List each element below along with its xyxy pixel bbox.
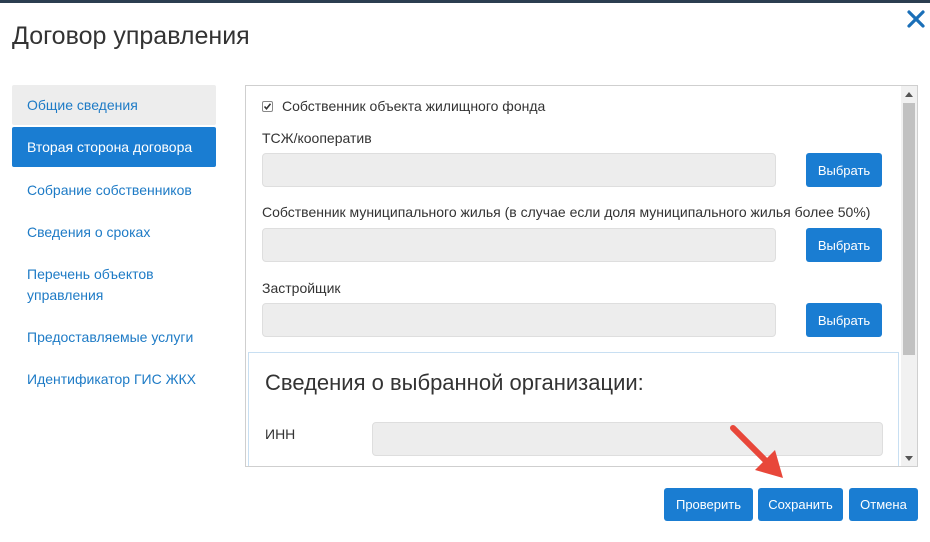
scroll-up-arrow-icon[interactable] <box>901 86 917 102</box>
sidebar-nav: Общие сведения Вторая сторона договора С… <box>12 85 216 390</box>
developer-label: Застройщик <box>262 280 341 296</box>
sidebar-item-gis-id[interactable]: Идентификатор ГИС ЖКХ <box>12 369 216 390</box>
check-button[interactable]: Проверить <box>664 488 753 521</box>
annotation-arrow-icon <box>730 425 783 478</box>
dialog-title: Договор управления <box>12 22 250 50</box>
hoa-choose-button[interactable]: Выбрать <box>806 153 882 187</box>
scroll-down-arrow-icon[interactable] <box>901 450 917 466</box>
second-party-panel: Собственник объекта жилищного фонда ТСЖ/… <box>245 85 918 467</box>
panel-scrollbar[interactable] <box>901 86 917 466</box>
sidebar-item-general[interactable]: Общие сведения <box>12 85 216 125</box>
developer-field[interactable] <box>262 303 776 337</box>
org-info-title: Сведения о выбранной организации: <box>265 370 644 395</box>
sidebar-item-terms[interactable]: Сведения о сроках <box>12 222 216 243</box>
developer-choose-button[interactable]: Выбрать <box>806 303 882 337</box>
owner-checkbox-row[interactable]: Собственник объекта жилищного фонда <box>262 98 545 114</box>
save-button[interactable]: Сохранить <box>758 488 843 521</box>
municipal-owner-choose-button[interactable]: Выбрать <box>806 228 882 262</box>
checkmark-icon <box>263 102 272 110</box>
owner-checkbox-label: Собственник объекта жилищного фонда <box>282 98 546 114</box>
sidebar-item-second-party[interactable]: Вторая сторона договора <box>12 127 216 167</box>
top-strip <box>0 0 930 3</box>
sidebar-item-managed-objects[interactable]: Перечень объектов управления <box>12 264 187 306</box>
hoa-label: ТСЖ/кооператив <box>262 130 372 146</box>
cancel-button[interactable]: Отмена <box>849 488 918 521</box>
hoa-field[interactable] <box>262 153 776 187</box>
municipal-owner-field[interactable] <box>262 228 776 262</box>
inn-field[interactable] <box>372 422 883 456</box>
sidebar-item-owners-meeting[interactable]: Собрание собственников <box>12 180 216 201</box>
owner-checkbox[interactable] <box>262 100 273 112</box>
municipal-owner-label: Собственник муниципального жилья (в случ… <box>262 204 871 220</box>
close-icon[interactable] <box>903 6 929 32</box>
scrollbar-thumb[interactable] <box>903 103 915 355</box>
inn-label: ИНН <box>265 426 296 442</box>
org-info-box: Сведения о выбранной организации: ИНН <box>248 352 899 466</box>
sidebar-item-services[interactable]: Предоставляемые услуги <box>12 327 216 348</box>
